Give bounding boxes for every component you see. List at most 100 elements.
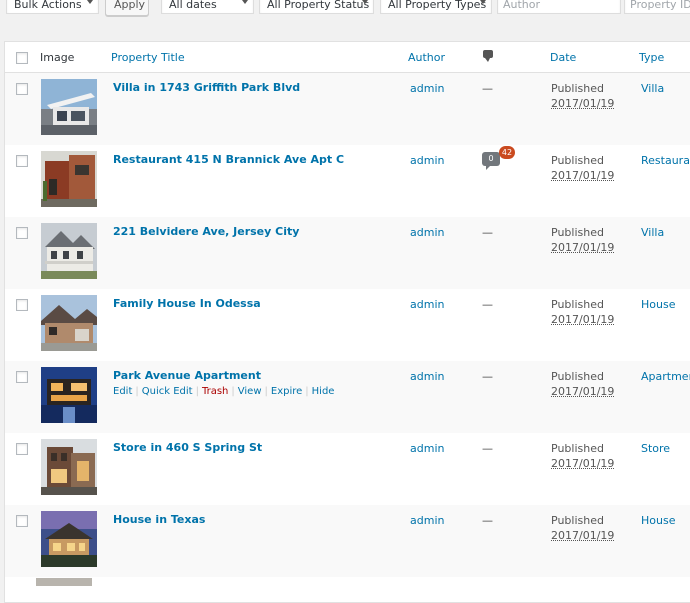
post-date: 2017/01/19 (551, 385, 615, 398)
row-checkbox[interactable] (16, 227, 28, 239)
property-type-link[interactable]: House (641, 298, 675, 311)
row-checkbox[interactable] (16, 83, 28, 95)
row-checkbox[interactable] (16, 299, 28, 311)
property-types-select[interactable]: All Property Types (380, 0, 492, 14)
edit-link[interactable]: Edit (113, 386, 132, 397)
author-input[interactable]: Author (497, 0, 621, 14)
property-status-label: All Property Status (267, 0, 370, 11)
post-status: Published (551, 514, 604, 527)
bulk-actions-select[interactable]: Bulk Actions (6, 0, 99, 14)
comments-none: — (482, 298, 493, 311)
property-title-link[interactable]: 221 Belvidere Ave, Jersey City (113, 225, 299, 238)
pending-comments-badge[interactable]: 42 (499, 146, 515, 159)
post-status: Published (551, 298, 604, 311)
date-cell: Published 2017/01/19 (551, 441, 614, 471)
expire-link[interactable]: Expire (271, 386, 302, 397)
author-link[interactable]: admin (410, 226, 444, 239)
property-thumbnail[interactable] (41, 223, 97, 279)
row-checkbox[interactable] (16, 443, 28, 455)
date-cell: Published 2017/01/19 (551, 513, 614, 543)
table-row: Villa in 1743 Griffith Park Blvd admin —… (5, 73, 690, 145)
property-thumbnail[interactable] (41, 151, 97, 207)
tablenav-filters: Bulk Actions Apply All dates All Propert… (0, 0, 690, 16)
property-thumbnail[interactable] (41, 439, 97, 495)
comments-none: — (482, 514, 493, 527)
author-link[interactable]: admin (410, 514, 444, 527)
author-link[interactable]: admin (410, 154, 444, 167)
property-thumbnail[interactable] (41, 79, 97, 135)
chevron-down-icon (362, 0, 368, 4)
column-type[interactable]: Type (639, 51, 664, 64)
select-all-checkbox[interactable] (16, 52, 28, 64)
post-date: 2017/01/19 (551, 457, 615, 470)
table-row: Store in 460 S Spring St admin — Publish… (5, 433, 690, 505)
column-property-title[interactable]: Property Title (111, 51, 185, 64)
property-type-link[interactable]: Restaurant (641, 154, 690, 167)
quick-edit-link[interactable]: Quick Edit (142, 386, 193, 397)
row-actions: Edit | Quick Edit | Trash | View | Expire | Hide (113, 386, 335, 397)
dates-filter-select[interactable]: All dates (161, 0, 254, 14)
property-types-label: All Property Types (388, 0, 487, 11)
table-body: Villa in 1743 Griffith Park Blvd admin —… (5, 73, 690, 577)
post-status: Published (551, 442, 604, 455)
property-title-link[interactable]: House in Texas (113, 513, 205, 526)
post-status: Published (551, 370, 604, 383)
comment-bubble-icon[interactable] (483, 50, 493, 62)
properties-table: Image Property Title Author Date Type Vi… (4, 41, 690, 603)
property-thumbnail[interactable] (41, 367, 97, 423)
property-title-link[interactable]: Villa in 1743 Griffith Park Blvd (113, 81, 300, 94)
property-type-link[interactable]: Villa (641, 226, 664, 239)
date-cell: Published 2017/01/19 (551, 369, 614, 399)
property-type-link[interactable]: Apartment (641, 370, 690, 383)
chevron-down-icon (87, 0, 93, 4)
chevron-down-icon (480, 0, 486, 4)
post-date: 2017/01/19 (551, 241, 615, 254)
property-type-link[interactable]: Store (641, 442, 670, 455)
table-row: Family House In Odessa admin — Published… (5, 289, 690, 361)
approved-comments-count[interactable]: 0 (482, 152, 500, 170)
table-row: Restaurant 415 N Brannick Ave Apt C admi… (5, 145, 690, 217)
column-date[interactable]: Date (550, 51, 576, 64)
comments-none: — (482, 82, 493, 95)
property-status-select[interactable]: All Property Status (259, 0, 374, 14)
table-row: House in Texas admin — Published 2017/01/… (5, 505, 690, 577)
hide-link[interactable]: Hide (312, 386, 335, 397)
post-status: Published (551, 82, 604, 95)
property-title-link[interactable]: Store in 460 S Spring St (113, 441, 262, 454)
row-checkbox[interactable] (16, 515, 28, 527)
table-header: Image Property Title Author Date Type (5, 42, 690, 73)
property-id-input[interactable]: Property ID (624, 0, 690, 14)
post-status: Published (551, 154, 604, 167)
property-title-link[interactable]: Restaurant 415 N Brannick Ave Apt C (113, 153, 344, 166)
author-link[interactable]: admin (410, 370, 444, 383)
property-thumbnail (36, 578, 92, 586)
property-type-link[interactable]: House (641, 514, 675, 527)
view-link[interactable]: View (238, 386, 262, 397)
date-cell: Published 2017/01/19 (551, 225, 614, 255)
property-title-link[interactable]: Family House In Odessa (113, 297, 261, 310)
property-thumbnail[interactable] (41, 511, 97, 567)
property-thumbnail[interactable] (41, 295, 97, 351)
table-row: 221 Belvidere Ave, Jersey City admin — P… (5, 217, 690, 289)
post-date: 2017/01/19 (551, 169, 615, 182)
property-type-link[interactable]: Villa (641, 82, 664, 95)
trash-link[interactable]: Trash (202, 386, 228, 397)
author-link[interactable]: admin (410, 82, 444, 95)
column-author[interactable]: Author (408, 51, 445, 64)
row-checkbox[interactable] (16, 155, 28, 167)
bulk-actions-label: Bulk Actions (14, 0, 82, 11)
author-link[interactable]: admin (410, 442, 444, 455)
column-image: Image (40, 51, 75, 64)
comments-none: — (482, 226, 493, 239)
date-cell: Published 2017/01/19 (551, 81, 614, 111)
property-title-link[interactable]: Park Avenue Apartment (113, 369, 261, 382)
apply-button[interactable]: Apply (105, 0, 149, 16)
chevron-down-icon (242, 0, 248, 4)
post-date: 2017/01/19 (551, 97, 615, 110)
comments-none: — (482, 442, 493, 455)
row-checkbox[interactable] (16, 371, 28, 383)
date-cell: Published 2017/01/19 (551, 297, 614, 327)
author-link[interactable]: admin (410, 298, 444, 311)
post-status: Published (551, 226, 604, 239)
table-row: Park Avenue Apartment Edit | Quick Edit | Tr… (5, 361, 690, 433)
